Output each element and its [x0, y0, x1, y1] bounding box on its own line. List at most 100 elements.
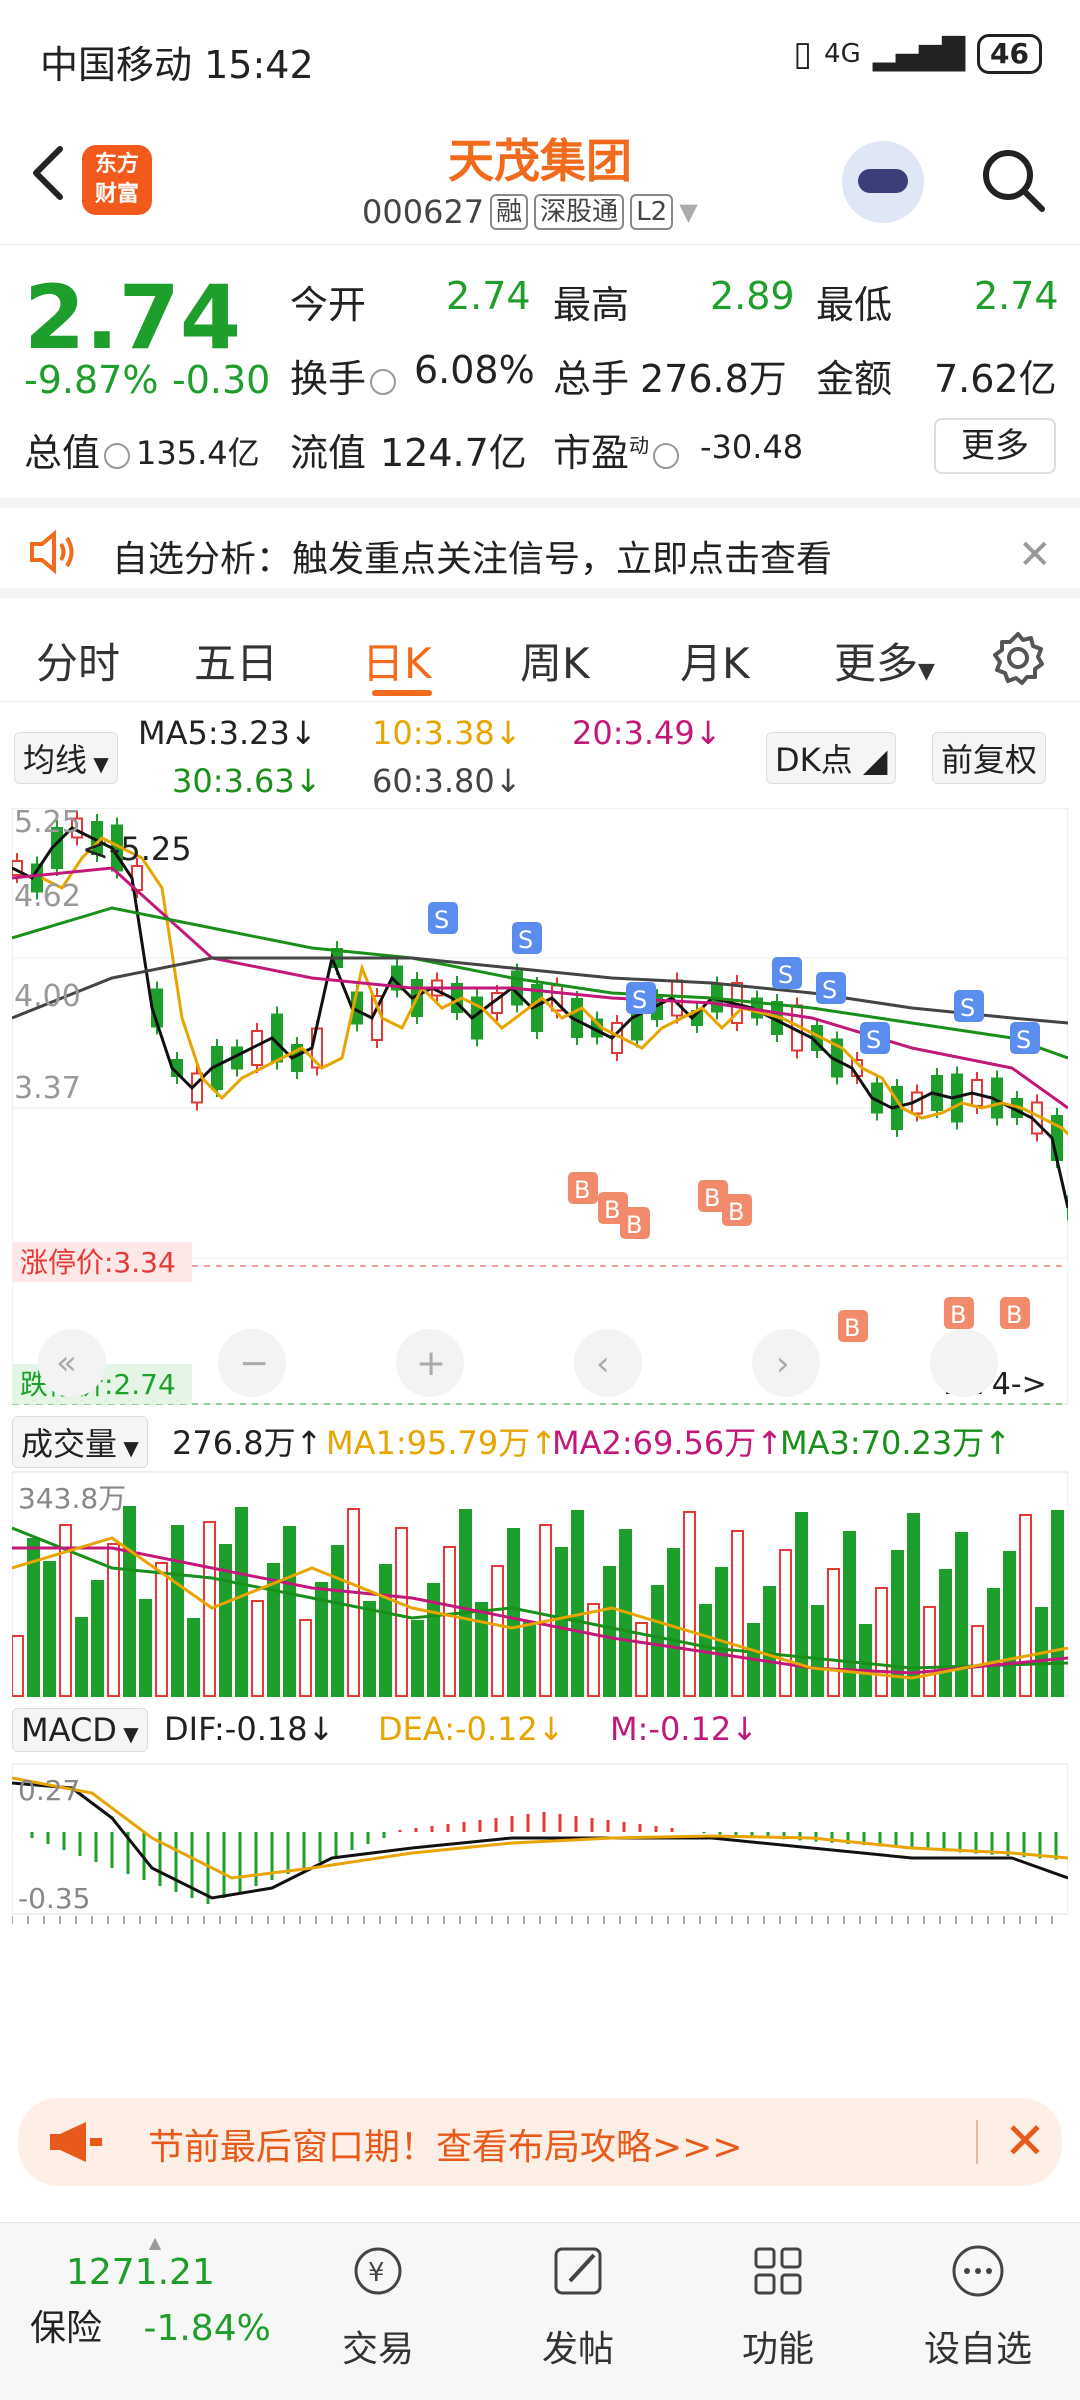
volume-bar — [283, 1526, 296, 1697]
tab-daily-k[interactable]: 日K — [362, 630, 432, 691]
volume-bar — [443, 1546, 456, 1697]
volume-ma1: MA1:95.79万↑ — [326, 1424, 558, 1462]
dk-point-button[interactable]: DK点 ◢ — [766, 732, 897, 784]
y-axis-label: 3.37 — [14, 1071, 81, 1106]
volume-bar — [187, 1618, 200, 1697]
volume-bar — [459, 1509, 472, 1697]
volume-bar — [939, 1569, 952, 1697]
svg-text:›: › — [776, 1344, 790, 1384]
volume-bar — [219, 1544, 232, 1697]
add-watchlist-button[interactable]: 设自选 — [918, 2241, 1038, 2372]
tab-monthly-k[interactable]: 月K — [680, 630, 750, 691]
volume-bar — [235, 1507, 248, 1697]
sell-signal-letter: S — [778, 961, 793, 989]
kline-svg[interactable]: 5.254.624.003.372.74 <-5.25 涨停价:3.34 跌停价… — [11, 805, 1080, 2048]
svg-text:¥: ¥ — [368, 2258, 385, 2288]
speaker-icon — [30, 530, 74, 574]
promo-divider — [976, 2120, 978, 2164]
ma-legend: 均线 ▼ MA5:3.23↓ 10:3.38↓ 20:3.49↓ 30:3.63… — [0, 708, 1080, 803]
open-label: 今开 — [290, 283, 367, 327]
carrier-time: 中国移动 15:42 — [40, 34, 314, 89]
ma30-value: 30:3.63↓ — [172, 762, 322, 800]
volume-bar — [123, 1506, 136, 1697]
volume-bar — [379, 1564, 392, 1697]
volume-bar — [667, 1548, 680, 1697]
search-icon[interactable] — [978, 145, 1048, 215]
buy-signal-letter: B — [844, 1314, 860, 1342]
grid-apps-icon — [754, 2247, 802, 2295]
buy-signal-letter: B — [950, 1301, 966, 1329]
volume-ma3: MA3:70.23万↑ — [780, 1424, 1012, 1462]
stock-header: 东方 财富 天茂集团 000627 融 深股通 L2 ▼ — [0, 115, 1080, 245]
stock-code: 000627 — [362, 193, 485, 231]
megaphone-icon — [50, 2122, 102, 2162]
amount-label: 金额 — [816, 357, 893, 401]
tab-intraday[interactable]: 分时 — [36, 630, 120, 691]
post-label: 发帖 — [541, 2329, 614, 2370]
close-icon[interactable]: ✕ — [1018, 532, 1052, 578]
sell-signal-letter: S — [822, 976, 837, 1004]
volume-bar — [155, 1562, 168, 1697]
robot-assistant-icon[interactable] — [842, 141, 924, 223]
kline-frame — [11, 807, 1069, 1405]
tag-margin: 融 — [490, 194, 529, 230]
volume-bar — [1003, 1551, 1016, 1697]
sell-signal-letter: S — [518, 926, 533, 954]
notice-text: 自选分析：触发重点关注信号，立即点击查看 — [112, 539, 833, 580]
volume-ma2: MA2:69.56万↑ — [552, 1424, 784, 1462]
carrier-name: 中国移动 — [40, 43, 193, 87]
tab-five-day[interactable]: 五日 — [194, 630, 278, 691]
functions-button[interactable]: 功能 — [718, 2241, 838, 2372]
more-dots-icon — [952, 2245, 1004, 2297]
promo-banner[interactable]: 节前最后窗口期！查看布局攻略>>> ✕ — [18, 2098, 1062, 2186]
sector-index[interactable]: ▲ 1271.21 保险 -1.84% — [30, 2233, 280, 2351]
analysis-notice[interactable]: 自选分析：触发重点关注信号，立即点击查看 ✕ — [0, 498, 1080, 598]
stock-chart[interactable]: 5.254.624.003.372.74 <-5.25 涨停价:3.34 跌停价… — [11, 805, 1080, 2048]
promo-text: 节前最后窗口期！查看布局攻略>>> — [148, 2127, 743, 2168]
adjust-button[interactable]: 前复权 — [932, 732, 1047, 784]
ma60-value: 60:3.80↓ — [372, 762, 522, 800]
caret-down-icon: ▼ — [679, 198, 698, 226]
last-price: 2.74 — [24, 266, 242, 369]
functions-label: 功能 — [741, 2329, 814, 2370]
macd-m: M:-0.12↓ — [610, 1710, 758, 1748]
volume-bar — [971, 1625, 984, 1697]
volume-bar — [811, 1605, 824, 1697]
mktcap-value: 135.4亿 — [136, 434, 260, 472]
info-icon[interactable] — [370, 368, 397, 395]
volume-bar — [363, 1601, 376, 1697]
info-icon[interactable] — [104, 442, 131, 469]
volume-bar — [75, 1617, 88, 1697]
date-ticks — [11, 1916, 1053, 1924]
buy-signal-letter: B — [704, 1184, 720, 1212]
network-label: 4G — [824, 39, 861, 69]
more-button[interactable]: 更多 — [934, 418, 1056, 474]
macd-top-label: 0.27 — [18, 1774, 80, 1807]
volume-bar — [507, 1528, 520, 1697]
sell-signal-letter: S — [632, 986, 647, 1014]
indicator-select[interactable]: 均线 ▼ — [14, 732, 118, 784]
high-value: 2.89 — [710, 274, 795, 318]
tab-weekly-k[interactable]: 周K — [520, 630, 590, 691]
signal-icon: ▂▄▆█ — [872, 36, 966, 72]
close-icon[interactable]: ✕ — [1004, 2112, 1046, 2170]
post-button[interactable]: 发帖 — [518, 2241, 638, 2372]
info-icon[interactable] — [653, 442, 680, 469]
fullscreen-icon[interactable] — [930, 1329, 998, 1397]
volume-bar — [11, 1635, 24, 1697]
limit-up-label: 涨停价:3.34 — [20, 1246, 176, 1279]
tab-more[interactable]: 更多▼ — [834, 630, 935, 691]
sell-signal-letter: S — [434, 906, 449, 934]
macd-indicator-select[interactable]: MACD ▼ — [12, 1708, 148, 1752]
volume-bar — [603, 1566, 616, 1697]
volume-bar — [875, 1587, 888, 1697]
sector-index-value: 1271.21 — [66, 2252, 215, 2293]
volume-bar — [171, 1525, 184, 1697]
tag-level2: L2 — [630, 194, 674, 230]
trade-button[interactable]: ¥ 交易 — [318, 2241, 438, 2372]
mktcap-label: 总值 — [24, 422, 131, 477]
svg-text:−: − — [239, 1343, 269, 1384]
settings-gear-icon[interactable] — [990, 630, 1046, 686]
volume-indicator-select[interactable]: 成交量 ▼ — [12, 1416, 148, 1468]
stock-code-row[interactable]: 000627 融 深股通 L2 ▼ — [362, 193, 698, 231]
